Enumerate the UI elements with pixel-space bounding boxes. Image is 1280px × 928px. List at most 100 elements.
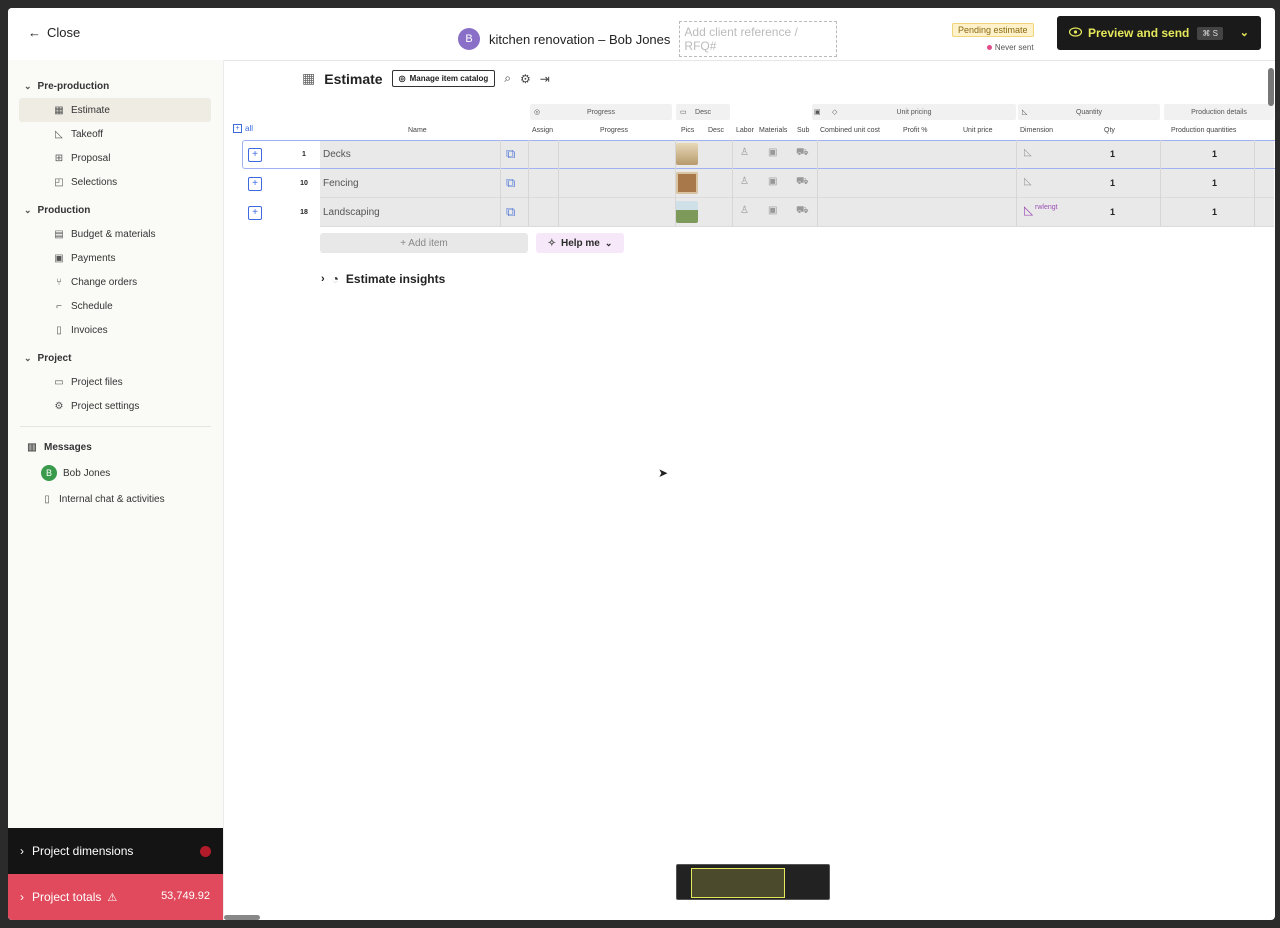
estimate-insights-toggle[interactable]: › ◔ Estimate insights bbox=[321, 272, 445, 286]
col-profit[interactable]: Profit % bbox=[903, 127, 928, 134]
col-labor[interactable]: Labor bbox=[736, 127, 754, 134]
sidebar-item-estimate[interactable]: ▦ Estimate bbox=[19, 98, 211, 122]
sub-truck-icon[interactable]: ⛟ bbox=[796, 176, 809, 189]
dimension-ruler-icon[interactable]: ◺ bbox=[1024, 176, 1032, 187]
qty-value[interactable]: 1 bbox=[1110, 178, 1115, 188]
items-group-icon[interactable]: ⧉ bbox=[506, 146, 515, 162]
close-button[interactable]: ← Close bbox=[28, 25, 80, 40]
materials-icon[interactable]: ▣ bbox=[768, 205, 777, 216]
production-qty-value[interactable]: 1 bbox=[1212, 207, 1217, 217]
sidebar-item-proposal[interactable]: ⊞ Proposal bbox=[19, 146, 211, 170]
labor-icon[interactable]: ♙ bbox=[740, 205, 749, 216]
sub-truck-icon[interactable]: ⛟ bbox=[796, 147, 809, 160]
column-divider bbox=[732, 140, 733, 226]
sidebar: ⌄ Pre-production ▦ Estimate ◺ Takeoff ⊞ Prop… bbox=[8, 60, 224, 920]
sidebar-item-schedule[interactable]: ⌐ Schedule bbox=[19, 294, 211, 318]
search-icon[interactable]: ⌕ bbox=[504, 71, 511, 86]
sidebar-item-change-orders[interactable]: ⑂ Change orders bbox=[19, 270, 211, 294]
qty-value[interactable]: 1 bbox=[1110, 207, 1115, 217]
add-subitem-button[interactable]: + bbox=[248, 148, 262, 162]
production-qty-value[interactable]: 1 bbox=[1212, 149, 1217, 159]
dimension-ruler-icon[interactable]: ◺ bbox=[1024, 147, 1032, 158]
gear-icon[interactable]: ⚙ bbox=[520, 72, 531, 86]
col-sub[interactable]: Sub bbox=[797, 127, 809, 134]
materials-icon[interactable]: ▣ bbox=[768, 147, 777, 158]
labor-icon[interactable]: ♙ bbox=[740, 176, 749, 187]
change-orders-icon: ⑂ bbox=[56, 276, 62, 288]
sparkle-icon: ✧ bbox=[547, 237, 556, 249]
group-header-progress: ◎ Progress bbox=[530, 104, 672, 120]
section-pre-production[interactable]: ⌄ Pre-production bbox=[8, 74, 223, 98]
row-name[interactable]: Fencing bbox=[323, 178, 359, 189]
horizontal-scrollbar[interactable] bbox=[224, 915, 260, 920]
vertical-scrollbar[interactable] bbox=[1268, 68, 1274, 106]
message-bob-jones[interactable]: B Bob Jones bbox=[19, 459, 211, 487]
minimap-viewport[interactable] bbox=[691, 868, 785, 898]
sidebar-item-takeoff[interactable]: ◺ Takeoff bbox=[19, 122, 211, 146]
add-item-button[interactable]: + Add item bbox=[320, 233, 528, 253]
preview-and-send-button[interactable]: Preview and send ⌘ S ⌄ bbox=[1057, 16, 1261, 50]
app-window: ← Close B kitchen renovation – Bob Jones… bbox=[8, 8, 1275, 920]
dimension-value[interactable]: rwlengt bbox=[1035, 204, 1058, 211]
column-divider bbox=[1160, 140, 1161, 226]
table-minimap[interactable] bbox=[676, 864, 830, 900]
sidebar-item-project-files[interactable]: ▭ Project files bbox=[19, 370, 211, 394]
mouse-cursor-icon: ➤ bbox=[658, 466, 669, 480]
col-name[interactable]: Name bbox=[408, 127, 427, 134]
chevron-down-icon[interactable]: ⌄ bbox=[1240, 26, 1249, 39]
sidebar-item-budget[interactable]: ▤ Budget & materials bbox=[19, 222, 211, 246]
project-avatar: B bbox=[458, 28, 480, 50]
sidebar-item-project-settings[interactable]: ⚙ Project settings bbox=[19, 394, 211, 418]
client-reference-input[interactable]: Add client reference / RFQ# bbox=[679, 21, 838, 57]
production-qty-value[interactable]: 1 bbox=[1212, 178, 1217, 188]
qty-value[interactable]: 1 bbox=[1110, 149, 1115, 159]
project-totals-panel[interactable]: › Project totals ⚠ 53,749.92 bbox=[8, 874, 223, 920]
col-progress[interactable]: Progress bbox=[600, 127, 628, 134]
ruler-icon: ◺ bbox=[55, 128, 63, 140]
expand-all-toggle[interactable]: + all bbox=[233, 124, 253, 133]
table-icon: ▦ bbox=[302, 70, 316, 86]
sub-truck-icon[interactable]: ⛟ bbox=[796, 205, 809, 218]
section-production[interactable]: ⌄ Production bbox=[8, 198, 223, 222]
sidebar-item-payments[interactable]: ▣ Payments bbox=[19, 246, 211, 270]
project-title: kitchen renovation – Bob Jones bbox=[489, 31, 671, 47]
row-name[interactable]: Landscaping bbox=[323, 207, 380, 218]
message-icon: ▥ bbox=[27, 441, 37, 453]
row-name[interactable]: Decks bbox=[323, 149, 351, 160]
items-group-icon[interactable]: ⧉ bbox=[506, 175, 515, 191]
project-dimensions-panel[interactable]: › Project dimensions bbox=[8, 828, 223, 874]
items-group-icon[interactable]: ⧉ bbox=[506, 204, 515, 220]
col-combined-unit-cost[interactable]: Combined unit cost bbox=[820, 127, 880, 134]
section-project[interactable]: ⌄ Project bbox=[8, 346, 223, 370]
add-subitem-button[interactable]: + bbox=[248, 206, 262, 220]
col-production-quantities[interactable]: Production quantities bbox=[1171, 127, 1236, 134]
message-internal-chat[interactable]: ▯ Internal chat & activities bbox=[19, 487, 211, 511]
column-divider bbox=[1254, 140, 1255, 226]
dimension-ruler-icon[interactable]: ◺ bbox=[1024, 203, 1033, 217]
item-photo[interactable] bbox=[676, 201, 698, 223]
section-messages: ▥ Messages bbox=[27, 441, 92, 453]
col-unit-price[interactable]: Unit price bbox=[963, 127, 993, 134]
add-subitem-button[interactable]: + bbox=[248, 177, 262, 191]
col-dimension[interactable]: Dimension bbox=[1020, 127, 1053, 134]
labor-icon[interactable]: ♙ bbox=[740, 147, 749, 158]
user-circle-icon: ◎ bbox=[534, 109, 541, 116]
tag-icon: ◇ bbox=[832, 109, 838, 116]
sidebar-item-invoices[interactable]: ▯ Invoices bbox=[19, 318, 211, 342]
top-bar: ← Close B kitchen renovation – Bob Jones… bbox=[8, 8, 1275, 61]
manage-item-catalog-button[interactable]: ◎ Manage item catalog bbox=[391, 70, 496, 87]
chevron-right-icon: › bbox=[321, 273, 325, 285]
project-header: B kitchen renovation – Bob Jones Add cli… bbox=[458, 21, 838, 57]
col-materials[interactable]: Materials bbox=[759, 127, 787, 134]
materials-icon[interactable]: ▣ bbox=[768, 176, 777, 187]
col-qty[interactable]: Qty bbox=[1104, 127, 1115, 134]
help-me-button[interactable]: ✧ Help me ⌄ bbox=[536, 233, 624, 253]
export-icon[interactable]: ⇥ bbox=[540, 72, 550, 86]
status-dot-icon bbox=[986, 45, 992, 50]
col-pics[interactable]: Pics bbox=[681, 127, 694, 134]
item-photo[interactable] bbox=[676, 172, 698, 194]
item-photo[interactable] bbox=[676, 143, 698, 165]
col-assign[interactable]: Assign bbox=[532, 127, 553, 134]
sidebar-item-selections[interactable]: ◰ Selections bbox=[19, 170, 211, 194]
col-desc[interactable]: Desc bbox=[708, 127, 724, 134]
